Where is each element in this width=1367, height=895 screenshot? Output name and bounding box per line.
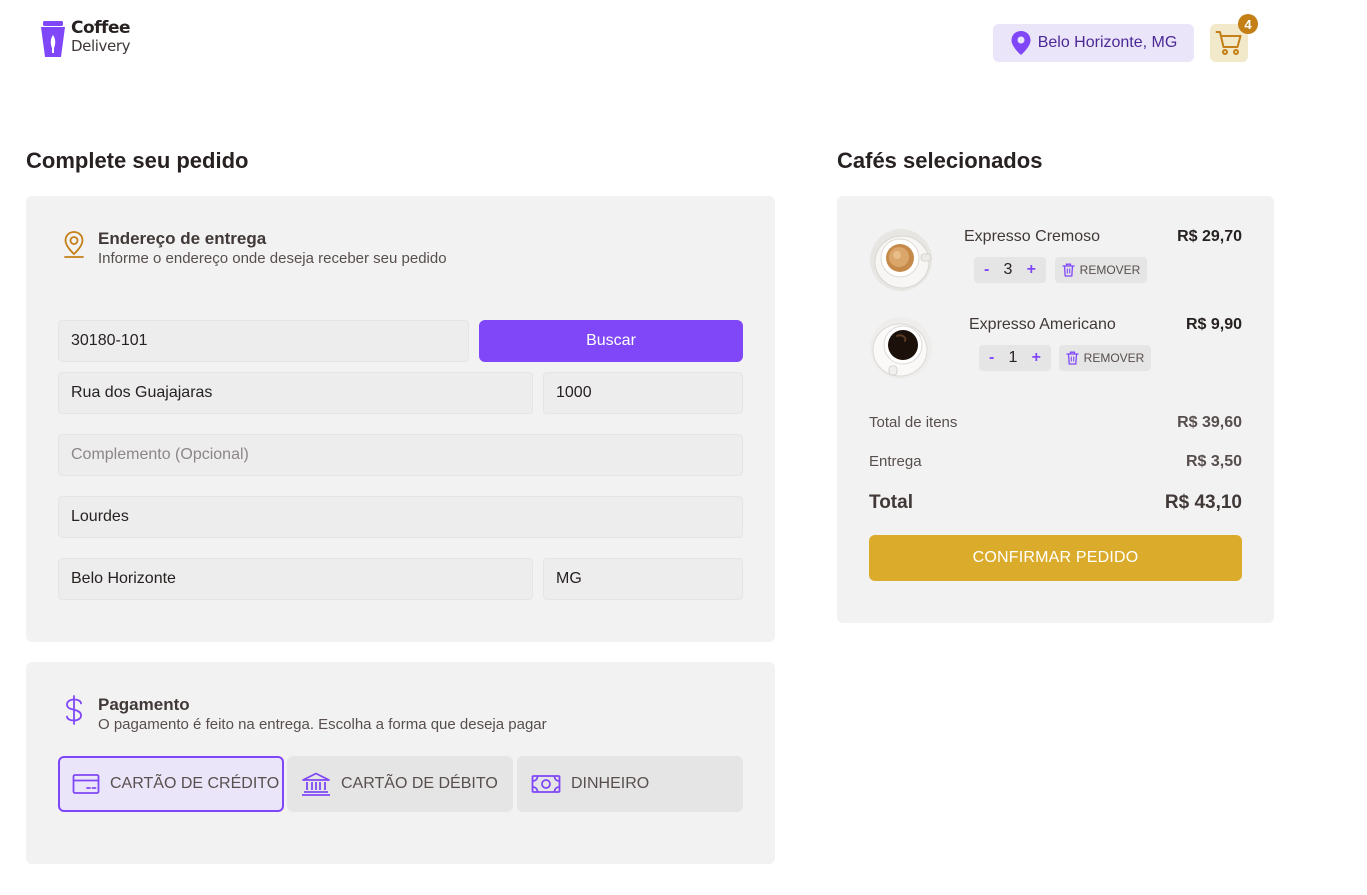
cart-item-price: R$ 29,70 <box>1177 228 1242 245</box>
cart-item-price: R$ 9,90 <box>1185 316 1242 333</box>
payment-subheading: O pagamento é feito na entrega. Escolha … <box>98 716 547 733</box>
city-input[interactable]: Belo Horizonte <box>58 558 533 600</box>
number-input[interactable]: 1000 <box>543 372 743 414</box>
address-heading: Endereço de entrega <box>98 229 267 248</box>
payment-option-cash[interactable]: DINHEIRO <box>517 756 743 812</box>
payment-option-label: DINHEIRO <box>571 775 650 792</box>
confirm-order-button[interactable]: CONFIRMAR PEDIDO <box>869 535 1242 581</box>
summary-items-value: R$ 39,60 <box>1177 414 1242 431</box>
cart-item-name: Expresso Americano <box>969 316 1116 333</box>
checkout-title: Complete seu pedido <box>26 148 249 173</box>
shopping-cart-icon <box>1215 31 1242 55</box>
state-input[interactable]: MG <box>543 558 743 600</box>
address-header: Endereço de entrega Informe o endereço o… <box>60 229 447 269</box>
payment-option-label: CARTÃO DE CRÉDITO <box>110 775 280 792</box>
search-cep-button[interactable]: Buscar <box>479 320 743 362</box>
logo-line-2: Delivery <box>71 37 131 55</box>
quantity-stepper[interactable]: - 3 + <box>974 257 1046 283</box>
coffee-cream-image <box>870 229 932 291</box>
credit-card-icon <box>72 774 100 794</box>
address-card: Endereço de entrega Informe o endereço o… <box>26 196 775 642</box>
cart-title: Cafés selecionados <box>837 148 1043 173</box>
coffee-americano-image <box>870 317 932 379</box>
qty-increase-button[interactable]: + <box>1027 261 1036 279</box>
currency-dollar-icon <box>66 695 82 725</box>
logo-line-1: Coffee <box>71 18 131 38</box>
cart-card: Expresso Cremoso R$ 29,70 - 3 + REMOVER … <box>837 196 1274 623</box>
street-input[interactable]: Rua dos Guajajaras <box>58 372 533 414</box>
coffee-cup-logo-icon <box>41 21 65 57</box>
payment-heading: Pagamento <box>98 695 190 714</box>
location-text: Belo Horizonte, MG <box>1037 34 1178 51</box>
trash-icon <box>1066 351 1079 365</box>
cep-input[interactable]: 30180-101 <box>58 320 469 362</box>
bank-icon <box>302 772 330 796</box>
remove-item-button[interactable]: REMOVER <box>1055 257 1147 283</box>
summary-total-label: Total <box>869 492 913 513</box>
payment-option-label: CARTÃO DE DÉBITO <box>341 775 498 792</box>
map-pin-outline-icon <box>64 231 84 258</box>
quantity-stepper[interactable]: - 1 + <box>979 345 1051 371</box>
cart-item-name: Expresso Cremoso <box>964 228 1101 245</box>
remove-label: REMOVER <box>1083 351 1145 365</box>
remove-item-button[interactable]: REMOVER <box>1059 345 1151 371</box>
qty-decrease-button[interactable]: - <box>989 349 994 367</box>
address-subheading: Informe o endereço onde deseja receber s… <box>98 250 447 267</box>
neighborhood-input[interactable]: Lourdes <box>58 496 743 538</box>
logo-text: Coffee Delivery <box>71 18 131 55</box>
trash-icon <box>1062 263 1075 277</box>
complement-input[interactable]: Complemento (Opcional) <box>58 434 743 476</box>
qty-value: 3 <box>1003 261 1013 278</box>
summary-items-label: Total de itens <box>869 414 958 431</box>
summary-delivery-value: R$ 3,50 <box>1185 453 1242 470</box>
money-icon <box>531 775 561 793</box>
summary-total-value: R$ 43,10 <box>1164 492 1242 513</box>
map-pin-icon <box>1011 31 1031 55</box>
payment-option-debit[interactable]: CARTÃO DE DÉBITO <box>287 756 513 812</box>
remove-label: REMOVER <box>1079 263 1141 277</box>
summary-delivery-row: Entrega R$ 3,50 <box>869 453 1242 471</box>
qty-value: 1 <box>1008 349 1018 366</box>
summary-delivery-label: Entrega <box>869 453 922 470</box>
payment-card: Pagamento O pagamento é feito na entrega… <box>26 662 775 864</box>
qty-decrease-button[interactable]: - <box>984 261 989 279</box>
logo[interactable]: Coffee Delivery <box>40 18 131 59</box>
payment-option-credit[interactable]: CARTÃO DE CRÉDITO <box>58 756 284 812</box>
qty-increase-button[interactable]: + <box>1032 349 1041 367</box>
location-badge[interactable]: Belo Horizonte, MG <box>993 24 1194 62</box>
summary-items-row: Total de itens R$ 39,60 <box>869 414 1242 432</box>
payment-header: Pagamento O pagamento é feito na entrega… <box>60 695 547 735</box>
summary-total-row: Total R$ 43,10 <box>869 492 1242 514</box>
cart-count-badge: 4 <box>1238 14 1258 34</box>
